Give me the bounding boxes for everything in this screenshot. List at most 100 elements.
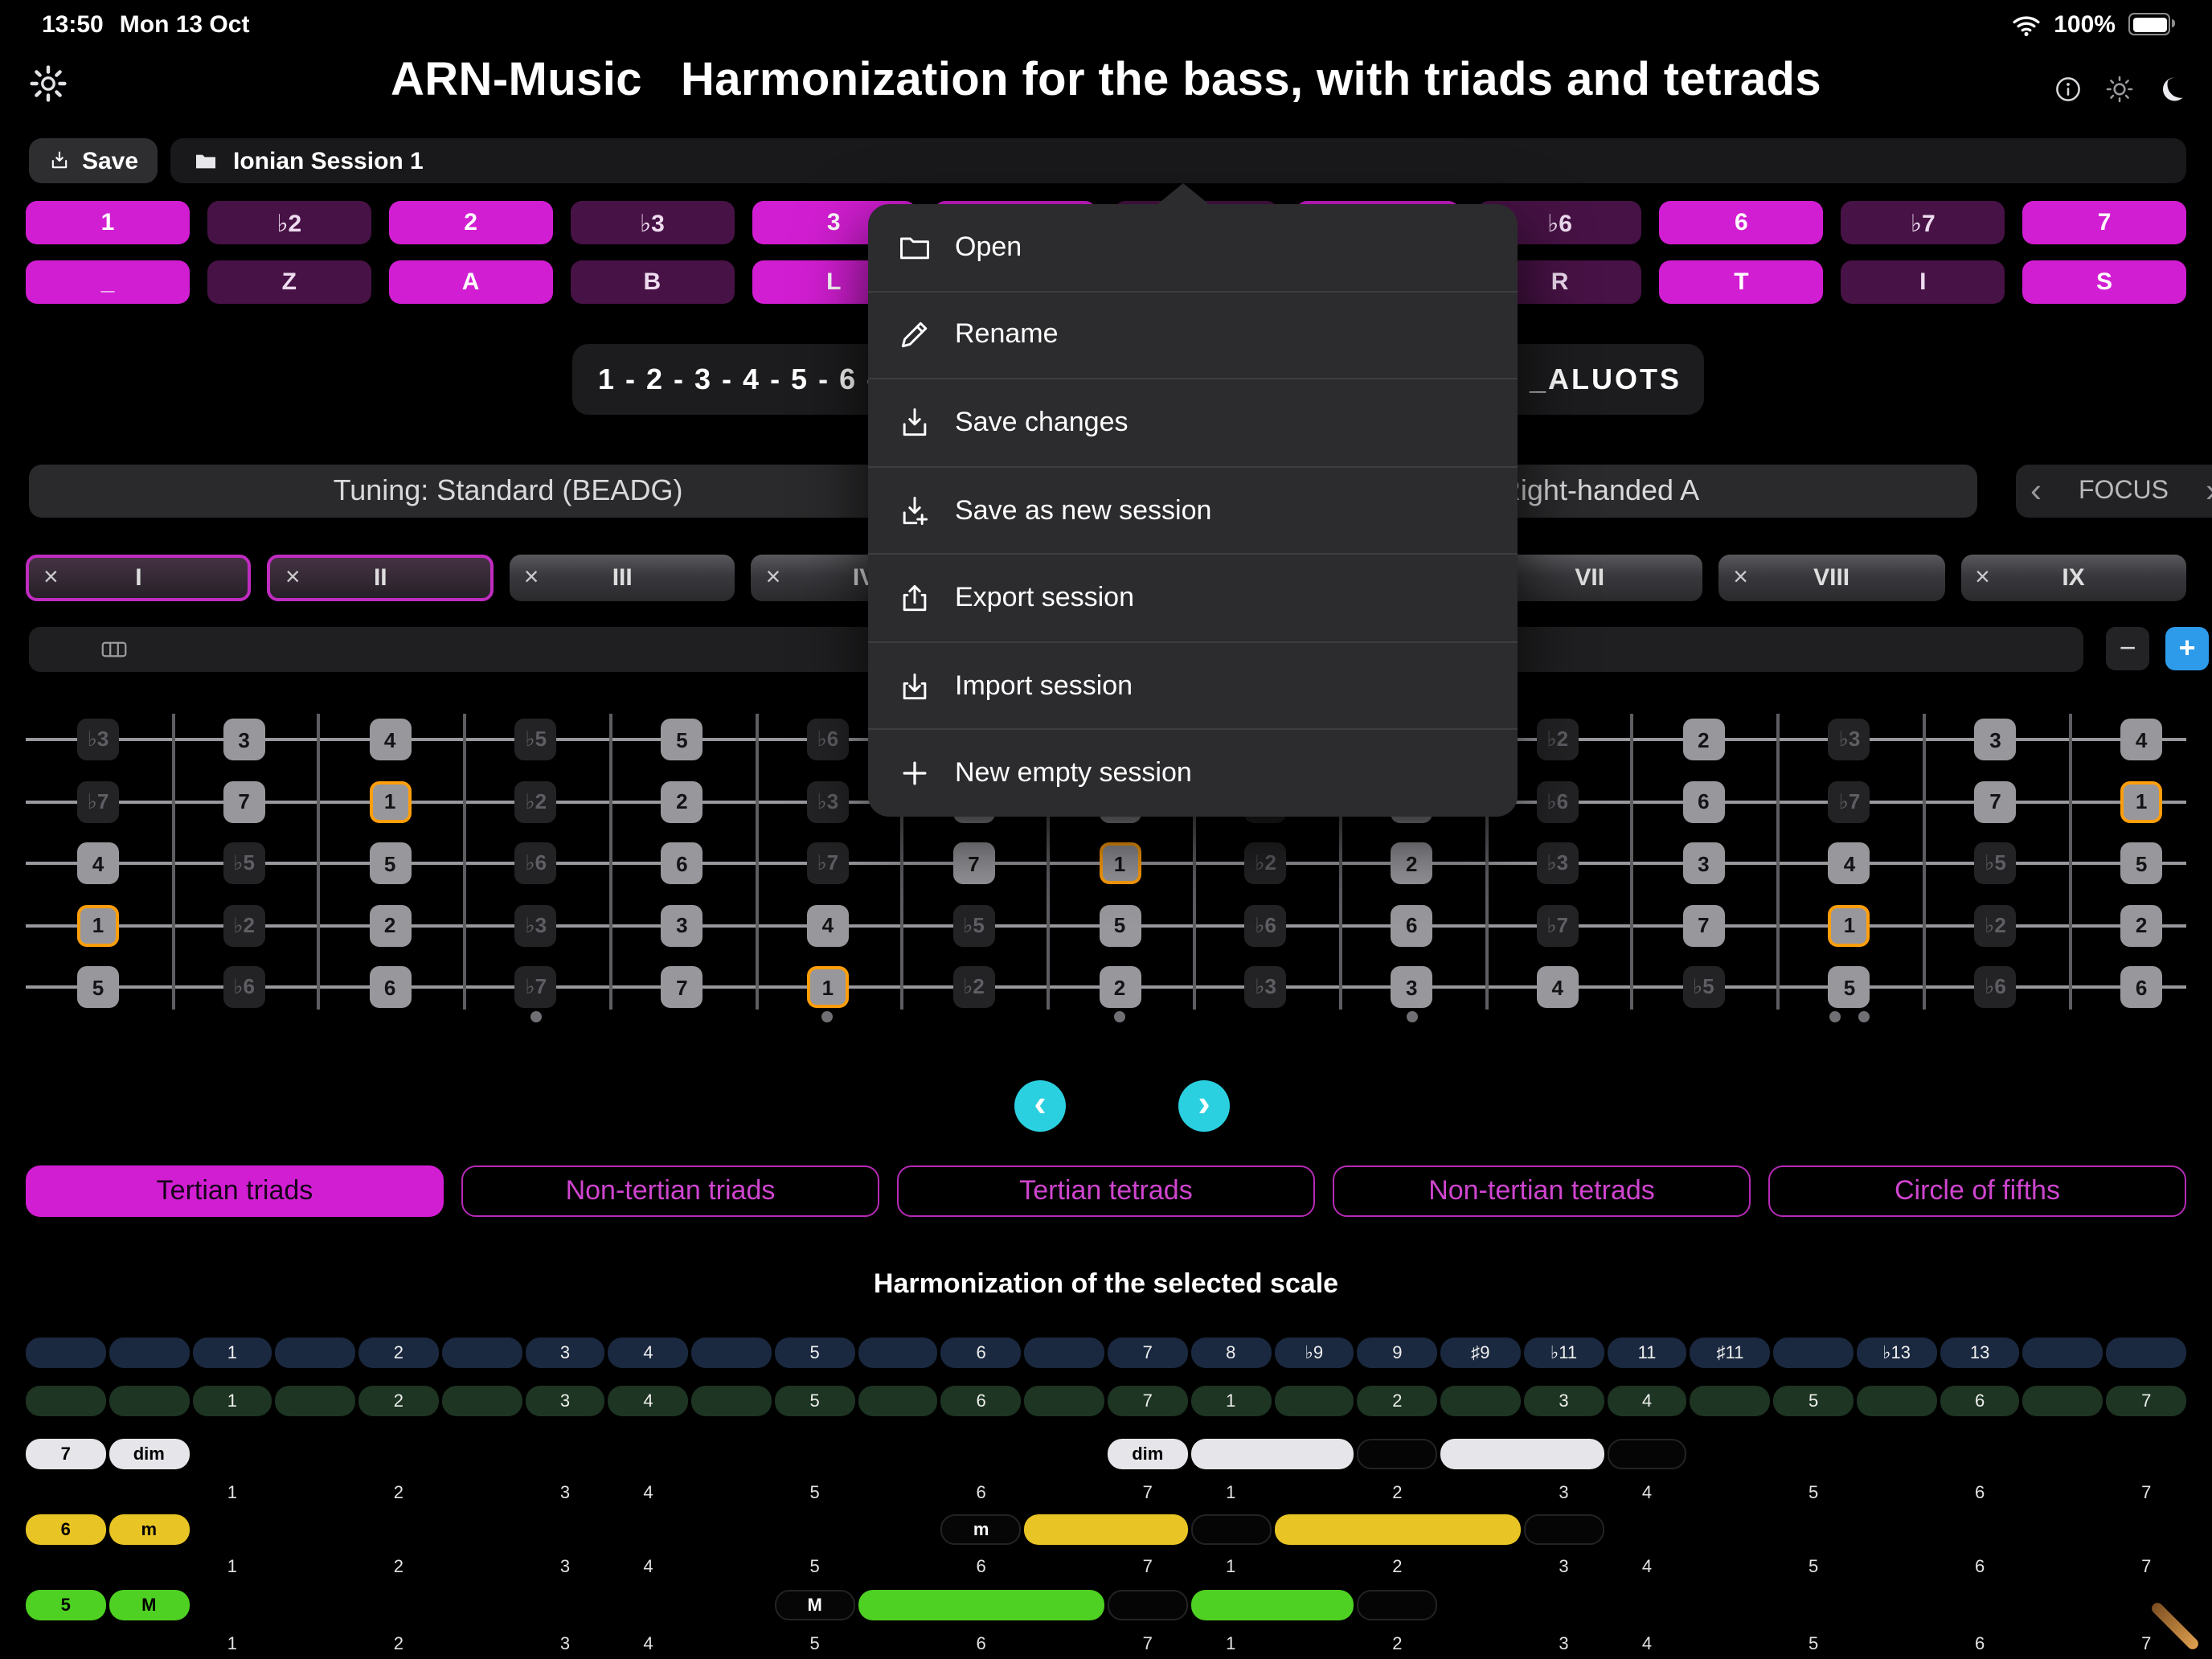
menu-item-label: New empty session	[955, 758, 1192, 790]
menu-item-export-session[interactable]: Export session	[868, 554, 1518, 641]
chord-degree-pill[interactable]: 6	[26, 1514, 106, 1545]
degree-number: 2	[1358, 1633, 1438, 1654]
chord-span-pill[interactable]	[1191, 1590, 1354, 1620]
extension-row-pill: 8	[1191, 1337, 1272, 1368]
chord-span-pill[interactable]	[1274, 1514, 1521, 1545]
menu-item-save-as-new-session[interactable]: Save as new session	[868, 465, 1518, 553]
degree-number: 3	[525, 1482, 605, 1503]
scale-degree-row-pill: 2	[1358, 1386, 1438, 1416]
chord-span-pill[interactable]	[1440, 1439, 1604, 1469]
degree-number: 4	[608, 1633, 689, 1654]
degree-number: 1	[1191, 1556, 1272, 1577]
scale-degree-row-pill: 7	[2106, 1386, 2186, 1416]
degree-number: 6	[1940, 1482, 2020, 1503]
extension-row-pill: 2	[358, 1337, 439, 1368]
menu-item-label: Save as new session	[955, 494, 1211, 526]
chord-tone-pill[interactable]	[1607, 1439, 1687, 1469]
degree-number-row: 12345671234567	[26, 1633, 2186, 1654]
chord-span-pill[interactable]	[1024, 1514, 1187, 1545]
chord-root-pill[interactable]: m	[941, 1514, 1022, 1545]
menu-item-rename[interactable]: Rename	[868, 290, 1518, 378]
menu-item-label: Open	[955, 231, 1022, 264]
chord-root-pill[interactable]: dim	[1108, 1439, 1188, 1469]
save-plus-icon	[897, 493, 932, 528]
chord-tone-pill[interactable]	[1358, 1590, 1438, 1620]
chord-quality-pill[interactable]: dim	[109, 1439, 190, 1469]
degree-number: 5	[775, 1633, 855, 1654]
extension-row: 12345678♭99♯9♭1111♯11♭1313	[26, 1337, 2186, 1368]
scale-degree-row-pill	[276, 1386, 356, 1416]
degree-number: 6	[941, 1556, 1022, 1577]
degree-number: 2	[1358, 1482, 1438, 1503]
menu-item-import-session[interactable]: Import session	[868, 641, 1518, 729]
scale-degree-row-pill: 3	[525, 1386, 605, 1416]
degree-number: 3	[1524, 1556, 1604, 1577]
context-menu-items: Open Rename Save changes Save as new sessio…	[868, 204, 1518, 817]
extension-row-pill: 9	[1358, 1337, 1438, 1368]
degree-number: 7	[1108, 1633, 1188, 1654]
scale-degree-row-pill: 5	[1773, 1386, 1854, 1416]
degree-number: 1	[192, 1633, 272, 1654]
chord-tone-pill[interactable]	[1108, 1590, 1188, 1620]
scale-degree-row-pill: 4	[608, 1386, 689, 1416]
degree-number: 4	[1607, 1633, 1687, 1654]
save-icon	[897, 405, 932, 440]
chevron-right-icon[interactable]: ›	[2206, 474, 2212, 508]
chord-degree-pill[interactable]: 5	[26, 1590, 106, 1620]
degree-number-row: 12345671234567	[26, 1556, 2186, 1577]
extension-row-pill	[276, 1337, 356, 1368]
degree-number: 3	[525, 1556, 605, 1577]
scale-degree-row-pill	[26, 1386, 106, 1416]
scale-degree-row-pill: 2	[358, 1386, 439, 1416]
scale-degree-row-pill	[109, 1386, 190, 1416]
degree-number: 7	[1108, 1482, 1188, 1503]
degree-number: 5	[775, 1556, 855, 1577]
extension-row-pill: 7	[1108, 1337, 1188, 1368]
degree-number: 2	[358, 1556, 439, 1577]
degree-number: 3	[1524, 1633, 1604, 1654]
degree-number: 5	[1773, 1633, 1854, 1654]
degree-number: 1	[192, 1482, 272, 1503]
extension-row-pill: ♭9	[1274, 1337, 1354, 1368]
chord-degree-pill[interactable]: 7	[26, 1439, 106, 1469]
extension-row-pill: ♭13	[1857, 1337, 1937, 1368]
degree-number: 5	[1773, 1556, 1854, 1577]
extension-row-pill: ♯11	[1690, 1337, 1771, 1368]
chord-tone-pill[interactable]	[1358, 1439, 1438, 1469]
degree-number: 7	[2106, 1556, 2186, 1577]
chord-quality-pill[interactable]: M	[109, 1590, 190, 1620]
chord-span-pill[interactable]	[858, 1590, 1104, 1620]
menu-item-save-changes[interactable]: Save changes	[868, 378, 1518, 465]
extension-row-pill	[2023, 1337, 2103, 1368]
menu-item-label: Import session	[955, 670, 1133, 702]
menu-item-new-empty-session[interactable]: New empty session	[868, 729, 1518, 817]
degree-number: 7	[2106, 1482, 2186, 1503]
chord-row-6: 6mm	[26, 1514, 2186, 1545]
extension-row-pill	[858, 1337, 938, 1368]
import-icon	[897, 668, 932, 703]
degree-number-row: 12345671234567	[26, 1482, 2186, 1503]
context-menu: Open Rename Save changes Save as new sessio…	[868, 204, 1518, 817]
menu-item-label: Rename	[955, 319, 1059, 351]
extension-row-pill	[1024, 1337, 1104, 1368]
degree-number: 1	[1191, 1633, 1272, 1654]
scale-degree-row: 12345671234567	[26, 1386, 2186, 1416]
chord-span-pill[interactable]	[1191, 1439, 1354, 1469]
scale-degree-row-pill	[691, 1386, 772, 1416]
degree-number: 6	[1940, 1633, 2020, 1654]
menu-item-open[interactable]: Open	[868, 204, 1518, 290]
chord-quality-pill[interactable]: m	[109, 1514, 190, 1545]
degree-number: 7	[2106, 1633, 2186, 1654]
chord-root-pill[interactable]: M	[775, 1590, 855, 1620]
extension-row-pill: 5	[775, 1337, 855, 1368]
plus-icon	[897, 756, 932, 792]
scale-degree-row-pill: 6	[1940, 1386, 2020, 1416]
extension-row-pill	[26, 1337, 106, 1368]
extension-row-pill: 4	[608, 1337, 689, 1368]
scale-degree-row-pill	[858, 1386, 938, 1416]
scale-degree-row-pill: 6	[941, 1386, 1022, 1416]
chord-tone-pill[interactable]	[1524, 1514, 1604, 1545]
extension-row-pill: 1	[192, 1337, 272, 1368]
scale-degree-row-pill	[2023, 1386, 2103, 1416]
chord-tone-pill[interactable]	[1191, 1514, 1272, 1545]
